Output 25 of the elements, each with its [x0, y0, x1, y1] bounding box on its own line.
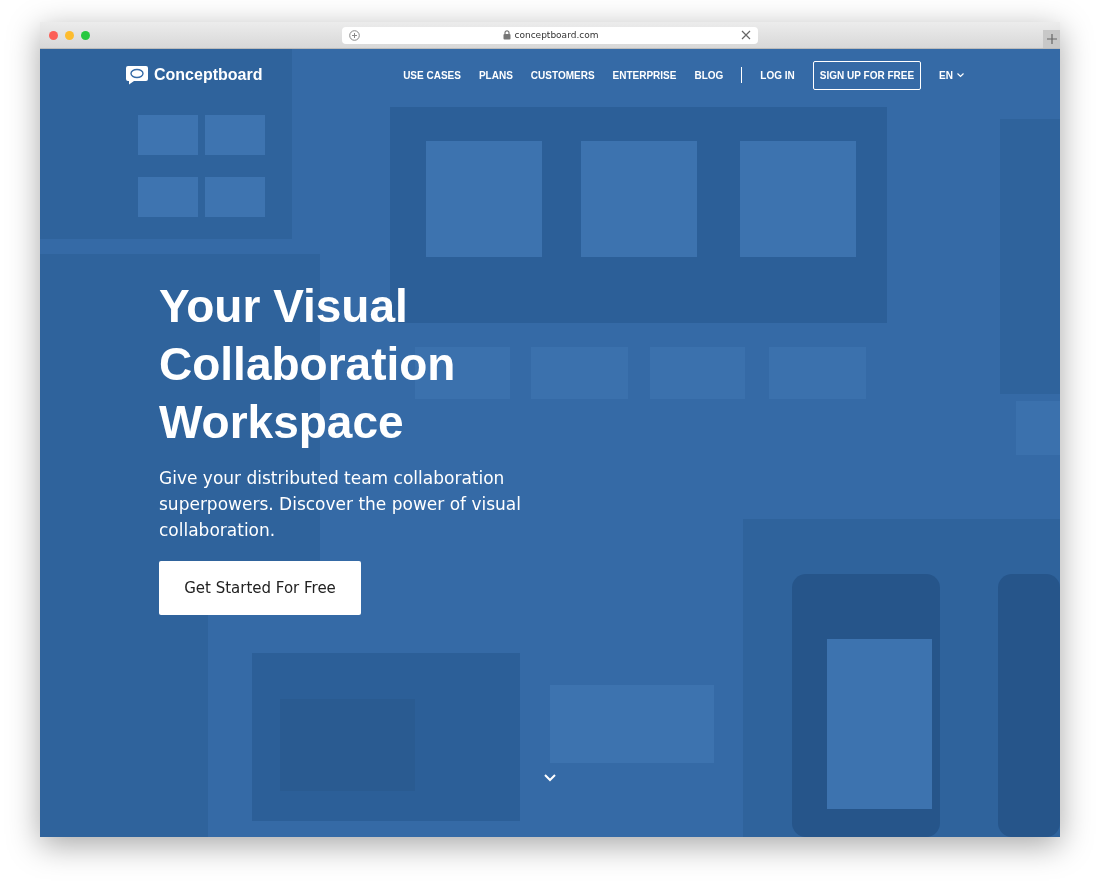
new-tab-button[interactable]	[1043, 30, 1060, 48]
hero-subtitle: Give your distributed team collaboration superpowers. Discover the power of visual collaboration.	[159, 467, 522, 542]
close-icon[interactable]	[741, 30, 751, 40]
nav-link[interactable]: ENTERPRISE	[612, 69, 677, 81]
zoom-window-button[interactable]	[81, 30, 90, 40]
url-text: conceptboard.com	[514, 30, 599, 40]
minimize-window-button[interactable]	[65, 30, 74, 40]
hero-title: Your Visual Collaboration Workspace	[159, 279, 457, 450]
add-circle-icon[interactable]	[349, 29, 360, 41]
lock-icon	[502, 30, 511, 40]
address-bar[interactable]: conceptboard.com	[342, 26, 758, 44]
brand-name[interactable]: Conceptboard	[154, 66, 263, 84]
nav-link[interactable]: USE CASES	[403, 69, 461, 81]
speech-bubble-logo-icon	[125, 65, 149, 85]
close-window-button[interactable]	[49, 30, 58, 40]
login-link[interactable]: LOG IN	[760, 69, 795, 81]
nav-link[interactable]: PLANS	[478, 69, 513, 81]
get-started-button[interactable]: Get Started For Free	[159, 561, 361, 615]
sign-up-button[interactable]: SIGN UP FOR FREE	[812, 60, 922, 90]
language-selector[interactable]: EN	[939, 69, 964, 81]
plus-icon	[1046, 34, 1057, 44]
chevron-down-icon[interactable]	[544, 774, 556, 782]
nav-link[interactable]: BLOG	[694, 69, 724, 81]
nav-link[interactable]: CUSTOMERS	[530, 69, 595, 81]
chevron-down-icon	[957, 72, 964, 78]
